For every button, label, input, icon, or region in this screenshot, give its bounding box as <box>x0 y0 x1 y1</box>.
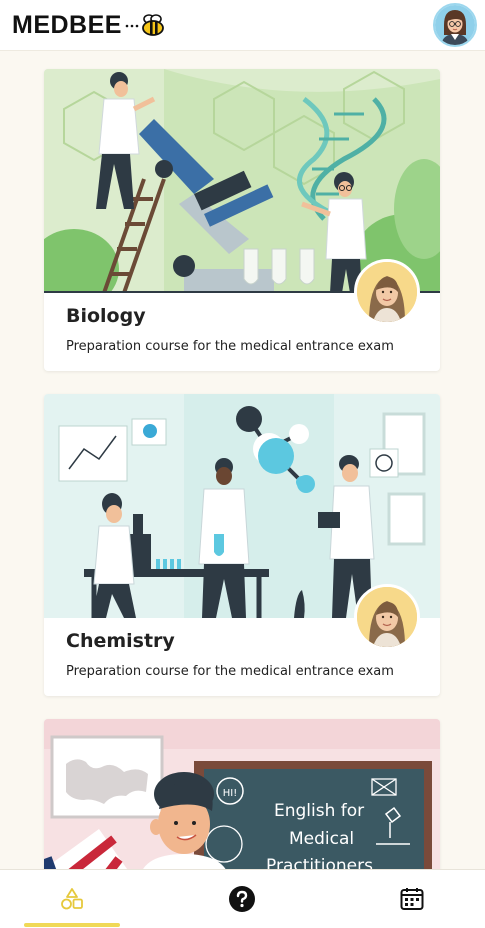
course-description: Preparation course for the medical entra… <box>66 664 394 679</box>
logo-text: MEDBEE <box>12 10 122 39</box>
profile-avatar[interactable] <box>433 3 477 47</box>
app-header: MEDBEE <box>0 0 485 51</box>
instructor-avatar <box>354 584 420 650</box>
course-card-biology[interactable]: Biology Preparation course for the medic… <box>44 69 440 371</box>
instructor-photo <box>357 262 417 322</box>
active-tab-indicator <box>24 923 120 927</box>
course-title: Biology <box>66 305 146 327</box>
illustration-text-line-1: English for <box>274 801 364 821</box>
bee-icon <box>142 14 164 36</box>
bottom-navigation <box>0 869 485 928</box>
nav-help-tab[interactable] <box>182 870 302 928</box>
shapes-icon <box>61 888 83 910</box>
help-icon <box>229 886 255 912</box>
instructor-photo <box>357 587 417 647</box>
nav-calendar-tab[interactable] <box>352 870 472 928</box>
course-title: Chemistry <box>66 630 175 652</box>
calendar-icon <box>400 888 424 910</box>
logo-dots <box>125 24 139 28</box>
nav-courses-tab[interactable] <box>12 870 132 928</box>
course-card-chemistry[interactable]: Chemistry Preparation course for the med… <box>44 394 440 696</box>
medbee-logo[interactable]: MEDBEE <box>12 9 165 41</box>
course-description: Preparation course for the medical entra… <box>66 339 394 354</box>
illustration-text-line-2: Medical <box>289 829 354 849</box>
illustration-bubble-text: HI! <box>223 788 237 799</box>
instructor-avatar <box>354 259 420 325</box>
user-avatar-icon <box>435 5 475 45</box>
